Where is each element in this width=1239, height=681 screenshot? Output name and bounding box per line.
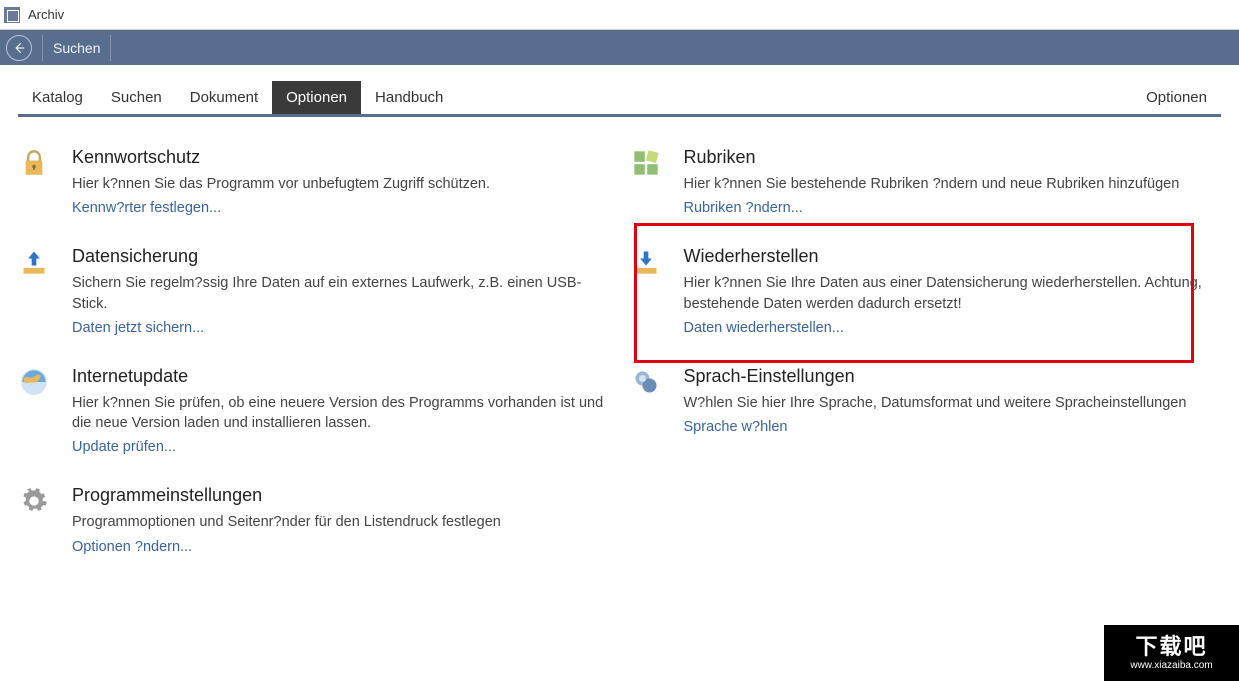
option-settings: Programmeinstellungen Programmoptionen u… <box>18 485 610 554</box>
gear-icon <box>18 485 50 554</box>
restore-link[interactable]: Daten wiederherstellen... <box>684 320 1222 336</box>
option-title: Internetupdate <box>72 366 610 387</box>
tabs-row: Katalog Suchen Dokument Optionen Handbuc… <box>18 81 1221 117</box>
watermark-url: www.xiazaiba.com <box>1130 660 1212 671</box>
language-icon <box>630 366 662 435</box>
upload-icon <box>18 246 50 336</box>
download-icon <box>630 246 662 336</box>
tab-handbuch[interactable]: Handbuch <box>361 81 457 114</box>
option-desc: Programmoptionen und Seitenr?nder für de… <box>72 512 610 532</box>
option-title: Sprach-Einstellungen <box>684 366 1222 387</box>
option-desc: W?hlen Sie hier Ihre Sprache, Datumsform… <box>684 393 1222 413</box>
grid-icon <box>630 147 662 216</box>
backup-link[interactable]: Daten jetzt sichern... <box>72 320 610 336</box>
tab-katalog[interactable]: Katalog <box>18 81 97 114</box>
option-title: Rubriken <box>684 147 1222 168</box>
option-language: Sprach-Einstellungen W?hlen Sie hier Ihr… <box>630 366 1222 435</box>
back-button[interactable] <box>6 35 32 61</box>
option-title: Kennwortschutz <box>72 147 610 168</box>
titlebar: Archiv <box>0 0 1239 30</box>
tab-optionen[interactable]: Optionen <box>272 81 361 114</box>
password-link[interactable]: Kennw?rter festlegen... <box>72 200 610 216</box>
option-categories: Rubriken Hier k?nnen Sie bestehende Rubr… <box>630 147 1222 216</box>
toolbar-separator <box>42 35 43 61</box>
option-update: Internetupdate Hier k?nnen Sie prüfen, o… <box>18 366 610 456</box>
tab-dokument[interactable]: Dokument <box>176 81 272 114</box>
toolbar: Suchen <box>0 30 1239 65</box>
option-password: Kennwortschutz Hier k?nnen Sie das Progr… <box>18 147 610 216</box>
app-icon <box>4 7 20 23</box>
option-title: Datensicherung <box>72 246 610 267</box>
options-column-left: Kennwortschutz Hier k?nnen Sie das Progr… <box>18 147 630 555</box>
page-title: Optionen <box>1132 81 1221 114</box>
settings-link[interactable]: Optionen ?ndern... <box>72 539 610 555</box>
options-column-right: Rubriken Hier k?nnen Sie bestehende Rubr… <box>630 147 1222 555</box>
toolbar-search-label[interactable]: Suchen <box>53 40 100 56</box>
tabs: Katalog Suchen Dokument Optionen Handbuc… <box>18 81 457 114</box>
option-desc: Hier k?nnen Sie bestehende Rubriken ?nde… <box>684 174 1222 194</box>
option-title: Wiederherstellen <box>684 246 1222 267</box>
option-title: Programmeinstellungen <box>72 485 610 506</box>
option-desc: Hier k?nnen Sie Ihre Daten aus einer Dat… <box>684 273 1222 314</box>
globe-icon <box>18 366 50 456</box>
option-desc: Hier k?nnen Sie das Programm vor unbefug… <box>72 174 610 194</box>
option-desc: Hier k?nnen Sie prüfen, ob eine neuere V… <box>72 393 610 434</box>
watermark-title: 下载吧 <box>1135 636 1207 658</box>
language-link[interactable]: Sprache w?hlen <box>684 419 1222 435</box>
options-grid: Kennwortschutz Hier k?nnen Sie das Progr… <box>18 147 1221 555</box>
option-desc: Sichern Sie regelm?ssig Ihre Daten auf e… <box>72 273 610 314</box>
option-backup: Datensicherung Sichern Sie regelm?ssig I… <box>18 246 610 336</box>
content-area: Katalog Suchen Dokument Optionen Handbuc… <box>0 65 1239 555</box>
arrow-left-icon <box>12 41 26 55</box>
tab-suchen[interactable]: Suchen <box>97 81 176 114</box>
option-restore: Wiederherstellen Hier k?nnen Sie Ihre Da… <box>630 246 1222 336</box>
categories-link[interactable]: Rubriken ?ndern... <box>684 200 1222 216</box>
window-title: Archiv <box>28 7 64 22</box>
lock-icon <box>18 147 50 216</box>
toolbar-separator <box>110 35 111 61</box>
update-link[interactable]: Update prüfen... <box>72 439 610 455</box>
watermark: 下载吧 www.xiazaiba.com <box>1104 625 1239 681</box>
